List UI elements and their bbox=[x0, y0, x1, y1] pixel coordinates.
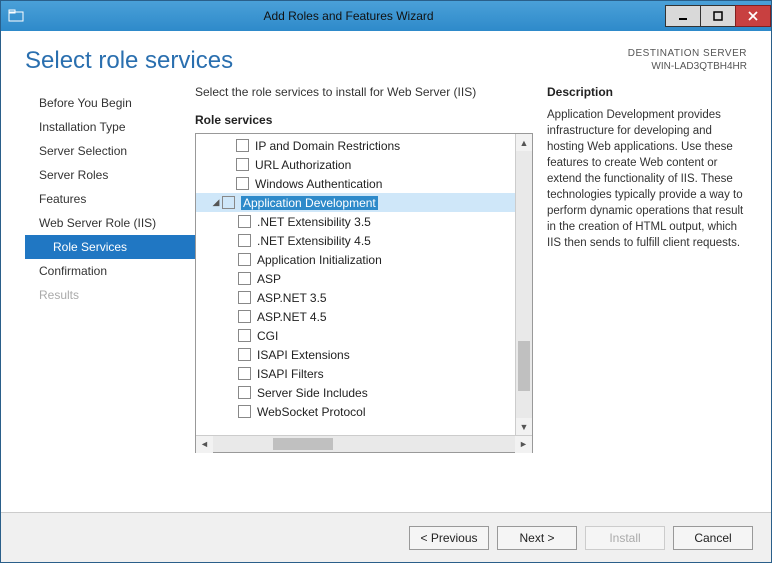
tree-item-label: CGI bbox=[257, 329, 278, 343]
tree-row[interactable]: Server Side Includes bbox=[196, 383, 532, 402]
wizard-window: Add Roles and Features Wizard Select rol… bbox=[0, 0, 772, 563]
tree-row[interactable]: ◢ Application Development bbox=[196, 193, 532, 212]
sidebar-item-before-you-begin[interactable]: Before You Begin bbox=[25, 91, 195, 115]
checkbox[interactable] bbox=[238, 386, 251, 399]
tree-item-label: ISAPI Extensions bbox=[257, 348, 350, 362]
tree-row[interactable]: ISAPI Extensions bbox=[196, 345, 532, 364]
sidebar-item-installation-type[interactable]: Installation Type bbox=[25, 115, 195, 139]
tree-item-label: Windows Authentication bbox=[255, 177, 382, 191]
sidebar-item-server-roles[interactable]: Server Roles bbox=[25, 163, 195, 187]
previous-button[interactable]: < Previous bbox=[409, 526, 489, 550]
description-text: Application Development provides infrast… bbox=[547, 107, 747, 251]
tree-row[interactable]: .NET Extensibility 3.5 bbox=[196, 212, 532, 231]
maximize-button[interactable] bbox=[700, 5, 736, 27]
tree-item-label: Application Initialization bbox=[257, 253, 382, 267]
checkbox[interactable] bbox=[222, 196, 235, 209]
scroll-thumb[interactable] bbox=[518, 341, 530, 391]
scroll-down-icon[interactable]: ▼ bbox=[516, 418, 532, 435]
tree-item-label: URL Authorization bbox=[255, 158, 351, 172]
destination-label: DESTINATION SERVER bbox=[628, 47, 747, 60]
description-heading: Description bbox=[547, 85, 747, 99]
page-title: Select role services bbox=[25, 47, 628, 75]
close-button[interactable] bbox=[735, 5, 771, 27]
tree-row[interactable]: WebSocket Protocol bbox=[196, 402, 532, 421]
checkbox[interactable] bbox=[238, 310, 251, 323]
checkbox[interactable] bbox=[238, 348, 251, 361]
tree-item-label: ASP.NET 4.5 bbox=[257, 310, 327, 324]
checkbox[interactable] bbox=[238, 291, 251, 304]
checkbox[interactable] bbox=[236, 158, 249, 171]
scroll-left-icon[interactable]: ◄ bbox=[196, 436, 213, 453]
next-button[interactable]: Next > bbox=[497, 526, 577, 550]
vertical-scrollbar[interactable]: ▲ ▼ bbox=[515, 134, 532, 435]
checkbox[interactable] bbox=[238, 234, 251, 247]
role-services-label: Role services bbox=[195, 113, 533, 127]
tree-row[interactable]: ASP.NET 4.5 bbox=[196, 307, 532, 326]
cancel-button[interactable]: Cancel bbox=[673, 526, 753, 550]
checkbox[interactable] bbox=[238, 329, 251, 342]
tree-item-label: .NET Extensibility 3.5 bbox=[257, 215, 371, 229]
horizontal-scrollbar[interactable]: ◄ ► bbox=[196, 435, 532, 452]
tree-row[interactable]: ASP bbox=[196, 269, 532, 288]
sidebar-item-server-selection[interactable]: Server Selection bbox=[25, 139, 195, 163]
checkbox[interactable] bbox=[236, 139, 249, 152]
checkbox[interactable] bbox=[236, 177, 249, 190]
wizard-steps-sidebar: Before You Begin Installation Type Serve… bbox=[25, 81, 195, 512]
checkbox[interactable] bbox=[238, 215, 251, 228]
scroll-right-icon[interactable]: ► bbox=[515, 436, 532, 453]
tree-item-label: Application Development bbox=[241, 196, 378, 210]
wizard-footer: < Previous Next > Install Cancel bbox=[1, 512, 771, 562]
tree-item-label: IP and Domain Restrictions bbox=[255, 139, 400, 153]
sidebar-item-features[interactable]: Features bbox=[25, 187, 195, 211]
scroll-up-icon[interactable]: ▲ bbox=[516, 134, 532, 151]
title-bar[interactable]: Add Roles and Features Wizard bbox=[1, 1, 771, 31]
tree-item-label: ASP bbox=[257, 272, 281, 286]
tree-item-label: ASP.NET 3.5 bbox=[257, 291, 327, 305]
window-title: Add Roles and Features Wizard bbox=[31, 9, 666, 23]
tree-row[interactable]: Windows Authentication bbox=[196, 174, 532, 193]
sidebar-item-web-server-role[interactable]: Web Server Role (IIS) bbox=[25, 211, 195, 235]
tree-item-label: WebSocket Protocol bbox=[257, 405, 366, 419]
tree-row[interactable]: ASP.NET 3.5 bbox=[196, 288, 532, 307]
checkbox[interactable] bbox=[238, 253, 251, 266]
destination-server: WIN-LAD3QTBH4HR bbox=[628, 60, 747, 73]
hscroll-thumb[interactable] bbox=[273, 438, 333, 450]
tree-row[interactable]: Application Initialization bbox=[196, 250, 532, 269]
tree-item-label: .NET Extensibility 4.5 bbox=[257, 234, 371, 248]
window-controls bbox=[666, 5, 771, 27]
destination-info: DESTINATION SERVER WIN-LAD3QTBH4HR bbox=[628, 47, 747, 73]
sidebar-item-role-services[interactable]: Role Services bbox=[25, 235, 195, 259]
tree-row[interactable]: URL Authorization bbox=[196, 155, 532, 174]
minimize-button[interactable] bbox=[665, 5, 701, 27]
install-button: Install bbox=[585, 526, 665, 550]
checkbox[interactable] bbox=[238, 367, 251, 380]
window-icon bbox=[1, 1, 31, 31]
checkbox[interactable] bbox=[238, 272, 251, 285]
tree-item-label: Server Side Includes bbox=[257, 386, 368, 400]
tree-item-label: ISAPI Filters bbox=[257, 367, 324, 381]
sidebar-item-confirmation[interactable]: Confirmation bbox=[25, 259, 195, 283]
expander-icon[interactable]: ◢ bbox=[210, 197, 222, 208]
wizard-body: Select role services DESTINATION SERVER … bbox=[1, 31, 771, 562]
tree-row[interactable]: ISAPI Filters bbox=[196, 364, 532, 383]
sidebar-item-results: Results bbox=[25, 283, 195, 307]
checkbox[interactable] bbox=[238, 405, 251, 418]
tree-row[interactable]: IP and Domain Restrictions bbox=[196, 136, 532, 155]
instruction-text: Select the role services to install for … bbox=[195, 85, 533, 99]
tree-row[interactable]: CGI bbox=[196, 326, 532, 345]
role-services-tree: IP and Domain Restrictions URL Authorizat… bbox=[195, 133, 533, 453]
tree-row[interactable]: .NET Extensibility 4.5 bbox=[196, 231, 532, 250]
